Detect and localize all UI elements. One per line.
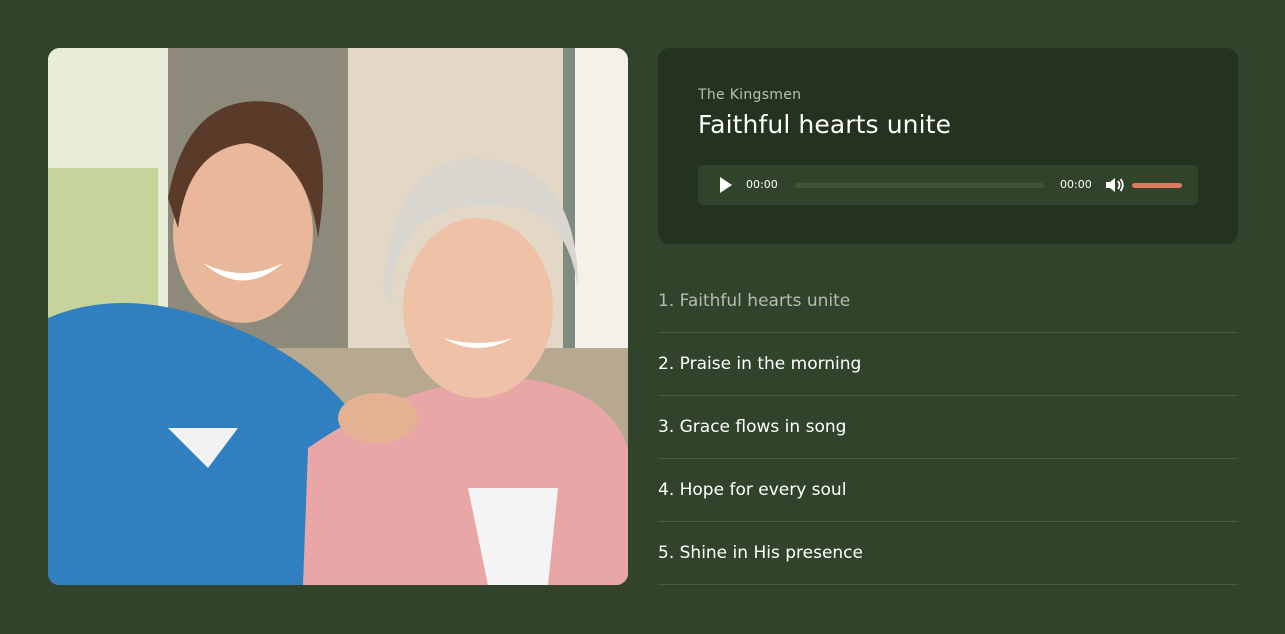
playlist: 1. Faithful hearts unite 2. Praise in th… [658,270,1238,585]
artist-name: The Kingsmen [698,87,802,103]
duration-time: 00:00 [1060,178,1092,191]
audio-controls: 00:00 00:00 [698,165,1198,205]
playlist-item[interactable]: 5. Shine in His presence [658,522,1238,585]
playlist-item[interactable]: 4. Hope for every soul [658,459,1238,522]
playlist-item[interactable]: 3. Grace flows in song [658,396,1238,459]
current-time: 00:00 [746,178,778,191]
play-icon[interactable] [715,175,735,195]
playlist-item[interactable]: 2. Praise in the morning [658,333,1238,396]
song-title: Faithful hearts unite [698,110,952,139]
album-photo [48,48,628,585]
audio-player-card: The Kingsmen Faithful hearts unite 00:00… [658,48,1238,244]
volume-level [1132,183,1182,188]
progress-bar[interactable] [795,183,1044,188]
volume-icon[interactable] [1104,175,1126,195]
volume-slider[interactable] [1132,183,1182,188]
playlist-item[interactable]: 1. Faithful hearts unite [658,270,1238,333]
